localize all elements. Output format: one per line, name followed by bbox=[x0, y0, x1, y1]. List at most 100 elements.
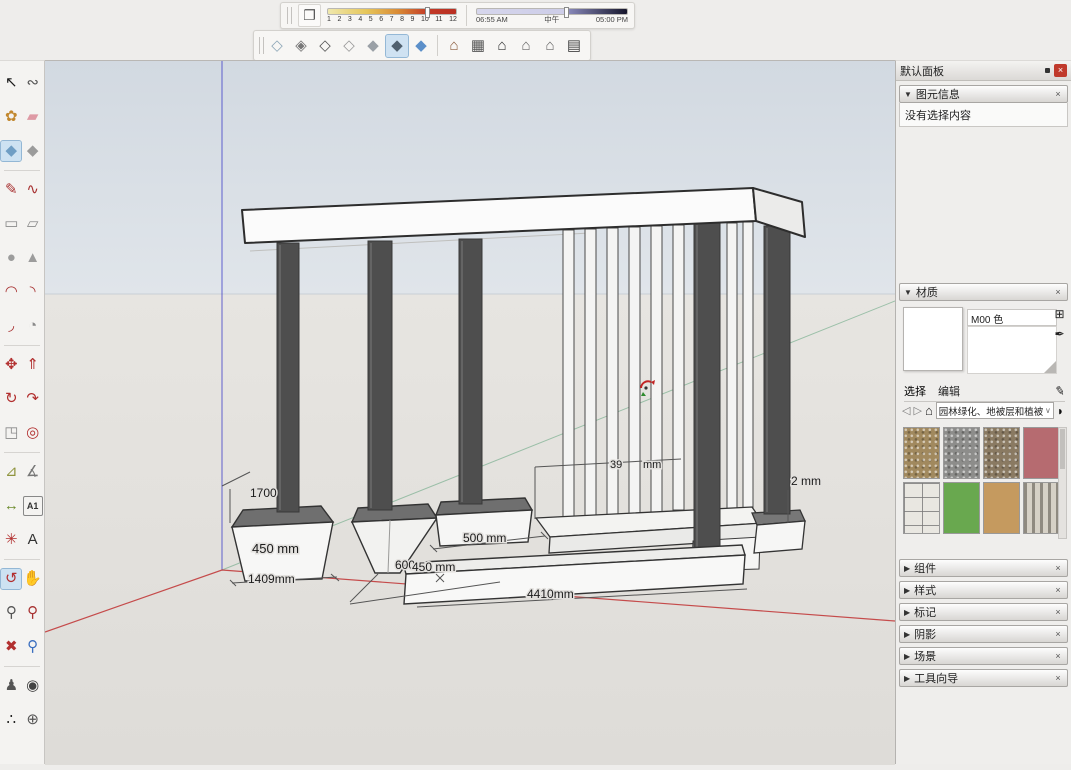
swatch-box-tool[interactable]: ◆ bbox=[23, 141, 43, 161]
swatch-river-rock[interactable] bbox=[983, 427, 1020, 479]
time-slider-handle[interactable] bbox=[564, 7, 569, 18]
swatch-fence-slats[interactable] bbox=[1023, 482, 1060, 534]
section-header-场景[interactable]: ▶场景× bbox=[899, 647, 1068, 665]
rotate-tool[interactable]: ↻ bbox=[1, 389, 21, 409]
rectangle-tool[interactable]: ▭ bbox=[1, 214, 21, 234]
circle-tool[interactable]: ● bbox=[1, 248, 21, 268]
forward-arrow-icon[interactable]: ▷ bbox=[913, 404, 921, 417]
right-view-button[interactable]: ⌂ bbox=[515, 35, 537, 57]
date-slider-handle[interactable] bbox=[425, 7, 430, 18]
section-header-样式[interactable]: ▶样式× bbox=[899, 581, 1068, 599]
back-view-button[interactable]: ▤ bbox=[563, 35, 585, 57]
two-point-arc-tool[interactable]: ◝ bbox=[23, 282, 43, 302]
target-tool[interactable]: ⊕ bbox=[23, 710, 43, 730]
swatch-rose-solid[interactable] bbox=[1023, 427, 1060, 479]
swatch-grass-green[interactable] bbox=[943, 482, 980, 534]
back-edges-mode-button[interactable]: ◈ bbox=[290, 35, 312, 57]
toolbar-grip[interactable] bbox=[259, 37, 264, 54]
section-close-icon[interactable]: × bbox=[1053, 607, 1063, 617]
look-around-tool[interactable]: ◉ bbox=[23, 676, 43, 696]
pin-icon[interactable] bbox=[1045, 68, 1050, 73]
rotated-rectangle-tool[interactable]: ▱ bbox=[23, 214, 43, 234]
sample-paint-icon[interactable]: ✎ bbox=[1054, 383, 1066, 399]
top-view-button[interactable]: ▦ bbox=[467, 35, 489, 57]
push-pull-tool[interactable]: ⇑ bbox=[23, 355, 43, 375]
viewport-canvas[interactable]: 1700 450 mm 1409mm 600 450 mm 500 mm 441… bbox=[45, 61, 895, 765]
section-header-组件[interactable]: ▶组件× bbox=[899, 559, 1068, 577]
paint-brush-icon[interactable]: ✒ bbox=[1054, 327, 1064, 341]
material-box-tool[interactable]: ◆ bbox=[1, 141, 21, 161]
move-tool[interactable]: ✥ bbox=[1, 355, 21, 375]
home-icon[interactable]: ⌂ bbox=[925, 403, 933, 418]
polygon-tool[interactable]: ▲ bbox=[23, 248, 43, 268]
tab-select[interactable]: 选择 bbox=[904, 383, 926, 399]
zoom-extents-tool[interactable]: ✖ bbox=[1, 637, 21, 657]
materials-header[interactable]: ▼ 材质 × bbox=[899, 283, 1068, 301]
front-view-button[interactable]: ⌂ bbox=[491, 35, 513, 57]
date-slider-track[interactable] bbox=[327, 8, 457, 15]
toolbar-grip[interactable] bbox=[287, 7, 292, 24]
zoom-window-tool[interactable]: ⚲ bbox=[23, 603, 43, 623]
section-close-icon[interactable]: × bbox=[1053, 651, 1063, 661]
offset-tool[interactable]: ◎ bbox=[23, 423, 43, 443]
lasso-select-tool[interactable]: ∾ bbox=[23, 73, 43, 93]
in-model-icon[interactable]: ◗ bbox=[1057, 404, 1064, 418]
section-close-icon[interactable]: × bbox=[1053, 629, 1063, 639]
arc-tool[interactable]: ◠ bbox=[1, 282, 21, 302]
threed-text-tool[interactable]: A bbox=[23, 530, 43, 550]
left-view-button[interactable]: ⌂ bbox=[539, 35, 561, 57]
orbit-tool[interactable]: ↺ bbox=[1, 569, 21, 589]
position-camera-tool[interactable]: ♟ bbox=[1, 676, 21, 696]
shaded-with-textures-mode-button[interactable]: ◆ bbox=[386, 35, 408, 57]
material-preview[interactable] bbox=[903, 307, 963, 371]
shaded-mode-button[interactable]: ◆ bbox=[362, 35, 384, 57]
section-close-icon[interactable]: × bbox=[1053, 673, 1063, 683]
material-category-dropdown[interactable]: 园林绿化、地被层和植被 ∨ bbox=[936, 402, 1054, 419]
dimension-tool[interactable]: ↔ bbox=[1, 496, 21, 516]
tray-close-button[interactable]: × bbox=[1054, 64, 1067, 77]
swatch-sand-tan[interactable] bbox=[983, 482, 1020, 534]
pan-tool[interactable]: ✋ bbox=[23, 569, 43, 589]
swatch-scrollbar[interactable] bbox=[1058, 427, 1067, 539]
section-header-工具向导[interactable]: ▶工具向导× bbox=[899, 669, 1068, 687]
entity-info-close-icon[interactable]: × bbox=[1053, 89, 1063, 99]
select-tool[interactable]: ↖ bbox=[1, 73, 21, 93]
line-tool[interactable]: ✎ bbox=[1, 180, 21, 200]
zoom-tool[interactable]: ⚲ bbox=[1, 603, 21, 623]
freehand-tool[interactable]: ∿ bbox=[23, 180, 43, 200]
paint-bucket-tool[interactable]: ✿ bbox=[1, 107, 21, 127]
swatch-pavers-white[interactable] bbox=[903, 482, 940, 534]
text-tool[interactable]: A1 bbox=[23, 496, 43, 516]
create-material-icon[interactable]: ⊞ bbox=[1054, 307, 1064, 321]
shadow-time-slider[interactable]: 06:55 AM 中午 05:00 PM bbox=[476, 8, 628, 24]
hidden-line-mode-button[interactable]: ◇ bbox=[338, 35, 360, 57]
toggle-shadows-button[interactable]: ❐ bbox=[298, 4, 321, 27]
xray-mode-button[interactable]: ◇ bbox=[266, 35, 288, 57]
follow-me-tool[interactable]: ↷ bbox=[23, 389, 43, 409]
section-header-标记[interactable]: ▶标记× bbox=[899, 603, 1068, 621]
back-arrow-icon[interactable]: ◁ bbox=[902, 404, 910, 417]
section-close-icon[interactable]: × bbox=[1053, 585, 1063, 595]
scale-tool[interactable]: ◳ bbox=[1, 423, 21, 443]
axes-tool[interactable]: ✳ bbox=[1, 530, 21, 550]
time-slider-track[interactable] bbox=[476, 8, 628, 15]
pane-resize-corner[interactable] bbox=[1044, 361, 1056, 373]
model-viewport[interactable]: 1700 450 mm 1409mm 600 450 mm 500 mm 441… bbox=[45, 60, 895, 764]
section-header-阴影[interactable]: ▶阴影× bbox=[899, 625, 1068, 643]
tape-measure-tool[interactable]: ⊿ bbox=[1, 462, 21, 482]
protractor-tool[interactable]: ∡ bbox=[23, 462, 43, 482]
pie-tool[interactable]: ◔ bbox=[23, 316, 43, 336]
shadow-date-slider[interactable]: 123456789101112 bbox=[327, 8, 457, 23]
section-close-icon[interactable]: × bbox=[1053, 563, 1063, 573]
zoom-previous-tool[interactable]: ⚲ bbox=[23, 637, 43, 657]
eraser-tool[interactable]: ▰ bbox=[23, 107, 43, 127]
swatch-gravel-gray[interactable] bbox=[943, 427, 980, 479]
iso-view-button[interactable]: ⌂ bbox=[443, 35, 465, 57]
walk-tool[interactable]: ∴ bbox=[1, 710, 21, 730]
material-name-field[interactable]: M00 色 bbox=[967, 309, 1057, 326]
scrollbar-thumb[interactable] bbox=[1060, 429, 1065, 469]
wireframe-mode-button[interactable]: ◇ bbox=[314, 35, 336, 57]
tab-edit[interactable]: 编辑 bbox=[938, 383, 960, 399]
monochrome-mode-button[interactable]: ◆ bbox=[410, 35, 432, 57]
entity-info-header[interactable]: ▼ 图元信息 × bbox=[899, 85, 1068, 103]
